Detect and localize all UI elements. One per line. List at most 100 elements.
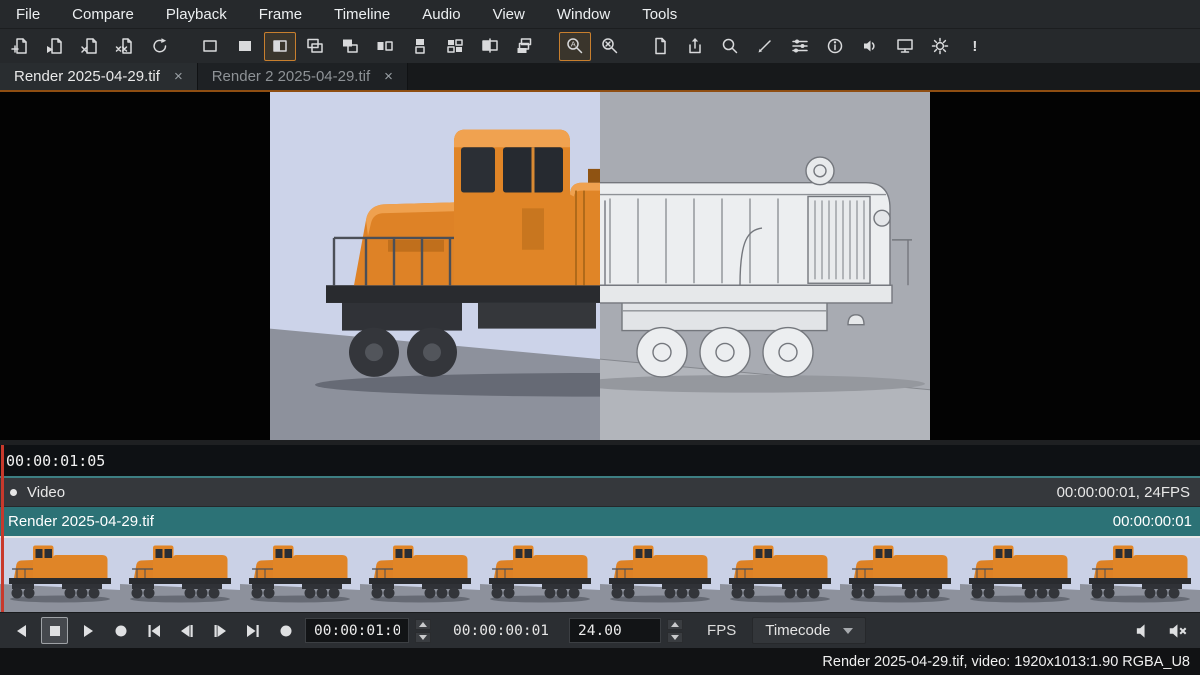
step-forward-button[interactable] [206,617,233,644]
menu-file[interactable]: File [16,6,40,23]
filmstrip-frame[interactable] [840,538,960,612]
play-button[interactable] [74,617,101,644]
play-backwards-icon [12,621,32,641]
display-icon [895,36,915,56]
menu-timeline[interactable]: Timeline [334,6,390,23]
compare-horizontal-button[interactable] [369,32,401,61]
menu-audio[interactable]: Audio [422,6,460,23]
record-button[interactable] [107,617,134,644]
compare-over-button[interactable] [299,32,331,61]
timeline-ruler[interactable]: 00:00:01:05 [0,445,1200,478]
info-button[interactable] [819,32,851,61]
filmstrip-frame[interactable] [120,538,240,612]
annotate-icon [755,36,775,56]
loop-button[interactable] [272,617,299,644]
compare-offset-icon [340,36,360,56]
skip-to-start-button[interactable] [140,617,167,644]
compare-ab-button[interactable] [474,32,506,61]
add-media-button[interactable] [4,32,36,61]
menu-bar: File Compare Playback Frame Timeline Aud… [0,0,1200,28]
step-back-button[interactable] [173,617,200,644]
mute-button[interactable] [1164,617,1192,644]
viewer-viewport[interactable] [0,92,1200,440]
stop-button[interactable] [41,617,68,644]
arrow-up-icon [419,622,427,627]
zoom-select-icon: A [565,36,585,56]
play-backwards-button[interactable] [8,617,35,644]
alerts-button[interactable]: ! [959,32,991,61]
timecode-mode-dropdown[interactable]: Timecode [752,617,865,644]
fps-spinner[interactable] [667,619,683,643]
current-timecode-field[interactable] [305,618,409,643]
timecode-spin-down[interactable] [415,632,431,643]
compare-horizontal-icon [375,36,395,56]
tab-close-icon[interactable]: × [174,69,183,84]
remove-media-button[interactable] [74,32,106,61]
clip-bar[interactable]: Render 2025-04-29.tif 00:00:00:01 [0,507,1200,536]
timecode-spinner[interactable] [415,619,431,643]
filmstrip[interactable] [0,536,1200,612]
toolbar: A ! [0,28,1200,63]
filmstrip-frame[interactable] [360,538,480,612]
zoom-select-button[interactable]: A [559,32,591,61]
arrow-up-icon [671,622,679,627]
compare-stack-button[interactable] [509,32,541,61]
track-enabled-dot-icon[interactable] [10,489,17,496]
tab-render-2[interactable]: Render 2 2025-04-29.tif × [198,63,408,90]
fps-field[interactable] [569,618,661,643]
menu-window[interactable]: Window [557,6,610,23]
tab-render-1[interactable]: Render 2025-04-29.tif × [0,63,198,90]
status-bar: Render 2025-04-29.tif, video: 1920x1013:… [0,648,1200,675]
filmstrip-frame[interactable] [480,538,600,612]
filmstrip-frame[interactable] [600,538,720,612]
skip-to-end-button[interactable] [239,617,266,644]
annotate-button[interactable] [749,32,781,61]
reload-button[interactable] [144,32,176,61]
layout-filled-button[interactable] [229,32,261,61]
compare-grid-button[interactable] [439,32,471,61]
transport-bar: 00:00:00:01 FPS Timecode [0,612,1200,648]
compare-vertical-button[interactable] [404,32,436,61]
filmstrip-frame[interactable] [960,538,1080,612]
zoom-reset-button[interactable] [594,32,626,61]
fps-spin-up[interactable] [667,619,683,630]
snapshot-button[interactable] [644,32,676,61]
adjust-icon [790,36,810,56]
menu-compare[interactable]: Compare [72,6,134,23]
video-track-header[interactable]: Video 00:00:00:01, 24FPS [0,478,1200,507]
search-button[interactable] [714,32,746,61]
layout-single-icon [200,36,220,56]
remove-all-media-icon [115,36,135,56]
menu-playback[interactable]: Playback [166,6,227,23]
remove-all-media-button[interactable] [109,32,141,61]
volume-button[interactable] [1130,617,1158,644]
filmstrip-frame[interactable] [0,538,120,612]
insert-media-button[interactable] [39,32,71,61]
fps-spin-down[interactable] [667,632,683,643]
tab-close-icon[interactable]: × [384,69,393,84]
filmstrip-frame[interactable] [720,538,840,612]
filmstrip-frame[interactable] [1080,538,1200,612]
filmstrip-frame[interactable] [240,538,360,612]
status-media-info: Render 2025-04-29.tif, video: 1920x1013:… [822,654,1190,670]
adjust-button[interactable] [784,32,816,61]
compare-offset-button[interactable] [334,32,366,61]
settings-button[interactable] [924,32,956,61]
playhead[interactable] [1,445,4,612]
add-media-icon [10,36,30,56]
menu-tools[interactable]: Tools [642,6,677,23]
display-button[interactable] [889,32,921,61]
fps-label: FPS [707,622,736,639]
skip-to-start-icon [144,621,164,641]
info-icon [825,36,845,56]
layout-single-button[interactable] [194,32,226,61]
compare-stack-icon [515,36,535,56]
export-button[interactable] [679,32,711,61]
remove-media-icon [80,36,100,56]
render-image-compare-wipe[interactable] [270,92,930,440]
audio-button[interactable] [854,32,886,61]
timecode-spin-up[interactable] [415,619,431,630]
menu-view[interactable]: View [493,6,525,23]
menu-frame[interactable]: Frame [259,6,302,23]
compare-wipe-button[interactable] [264,32,296,61]
